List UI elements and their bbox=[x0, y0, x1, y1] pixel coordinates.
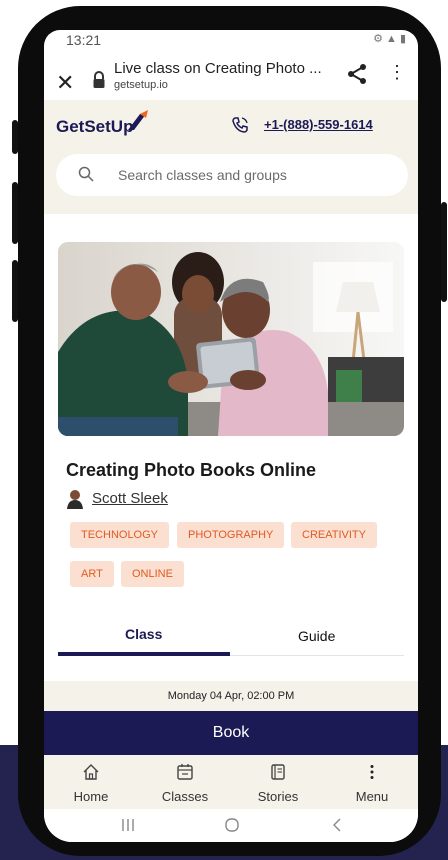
nav-label-stories: Stories bbox=[257, 789, 299, 804]
avatar bbox=[67, 490, 83, 509]
status-time: 13:21 bbox=[66, 32, 102, 48]
tab-class[interactable]: Class bbox=[125, 626, 162, 642]
class-hero-image bbox=[58, 242, 404, 436]
nav-item-home[interactable]: Home bbox=[51, 755, 131, 809]
phone-call-icon bbox=[232, 117, 248, 133]
site-header: GetSetUp +1-(888)-559-1614 bbox=[44, 100, 418, 214]
bottom-navigation: Home Classes Stories Menu bbox=[44, 755, 418, 809]
back-icon[interactable] bbox=[329, 817, 345, 833]
home-icon bbox=[83, 764, 99, 780]
book-icon bbox=[271, 764, 285, 780]
lock-icon bbox=[93, 71, 105, 88]
phone-number-link[interactable]: +1-(888)-559-1614 bbox=[264, 117, 373, 132]
nav-item-stories[interactable]: Stories bbox=[238, 755, 318, 809]
book-button[interactable]: Book bbox=[44, 711, 418, 755]
nav-label-home: Home bbox=[73, 789, 109, 804]
more-vertical-icon[interactable]: ⋮ bbox=[388, 62, 406, 83]
home-button-icon[interactable] bbox=[224, 817, 240, 833]
more-vertical-icon bbox=[370, 765, 374, 779]
search-input[interactable] bbox=[118, 154, 388, 196]
search-bar[interactable] bbox=[56, 154, 408, 196]
phone-power-button bbox=[441, 202, 447, 302]
phone-side-button bbox=[12, 120, 18, 154]
phone-screen: 13:21 ⚙ ▲ ▮ ✕ Live class on Creating Pho… bbox=[44, 30, 418, 842]
tag-online[interactable]: ONLINE bbox=[121, 561, 184, 587]
class-title: Creating Photo Books Online bbox=[66, 460, 317, 480]
recent-apps-icon[interactable] bbox=[120, 817, 136, 833]
share-icon[interactable] bbox=[346, 62, 368, 86]
close-icon[interactable]: ✕ bbox=[56, 70, 74, 96]
nav-label-classes: Classes bbox=[161, 789, 209, 804]
logo-mark-icon bbox=[128, 110, 148, 130]
browser-page-title[interactable]: Live class on Creating Photo ... bbox=[114, 60, 339, 77]
class-date-time: Monday 04 Apr, 02:00 PM bbox=[44, 681, 418, 711]
tag-photography[interactable]: PHOTOGRAPHY bbox=[177, 522, 285, 548]
search-icon bbox=[78, 166, 94, 182]
nav-item-menu[interactable]: Menu bbox=[332, 755, 412, 809]
status-icons: ⚙ ▲ ▮ bbox=[373, 33, 406, 45]
instructor-link[interactable]: Scott Sleek bbox=[92, 490, 168, 507]
nav-item-classes[interactable]: Classes bbox=[145, 755, 225, 809]
browser-domain[interactable]: getsetup.io bbox=[114, 79, 168, 91]
tag-creativity[interactable]: CREATIVITY bbox=[291, 522, 377, 548]
active-tab-indicator bbox=[58, 652, 230, 656]
tag-art[interactable]: ART bbox=[70, 561, 114, 587]
nav-label-menu: Menu bbox=[355, 789, 389, 804]
system-navigation-bar bbox=[44, 809, 418, 842]
tag-technology[interactable]: TECHNOLOGY bbox=[70, 522, 170, 548]
calendar-icon bbox=[177, 764, 193, 780]
site-logo[interactable]: GetSetUp bbox=[56, 117, 133, 137]
phone-volume-up bbox=[12, 182, 18, 244]
phone-volume-down bbox=[12, 260, 18, 322]
tab-guide[interactable]: Guide bbox=[298, 628, 335, 644]
